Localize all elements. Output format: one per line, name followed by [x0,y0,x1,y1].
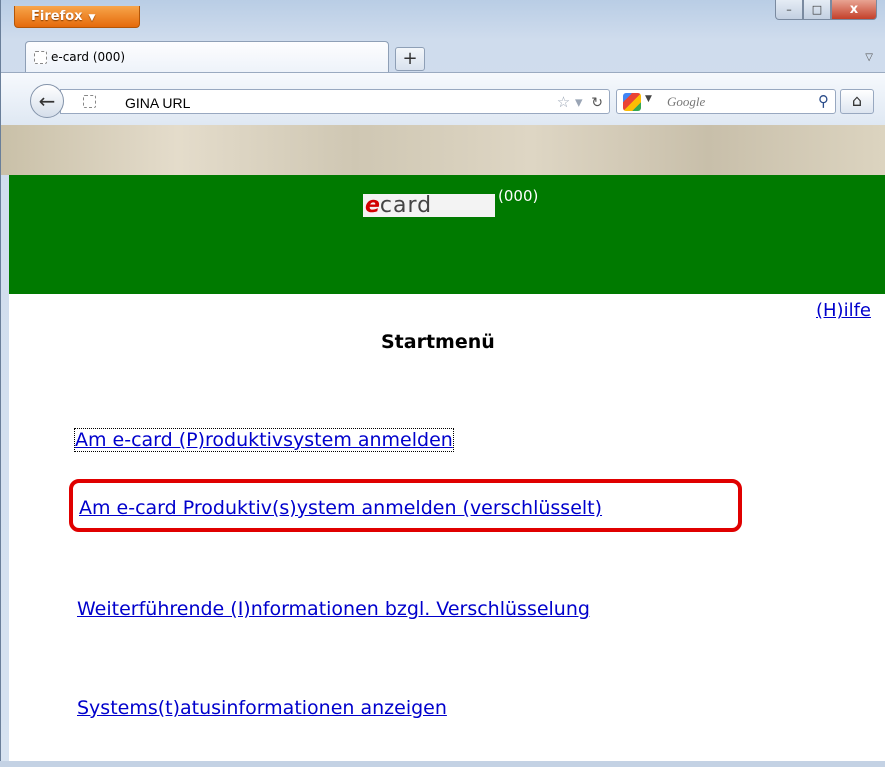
back-button[interactable]: ← [30,84,64,118]
url-text[interactable]: GINA URL [125,95,190,111]
menu-link-encryption-info[interactable]: Weiterführende (I)nformationen bzgl. Ver… [77,598,590,620]
history-dropdown-icon[interactable]: ▾ [575,93,583,111]
chevron-down-icon: ▼ [88,13,96,23]
home-button[interactable]: ⌂ [840,89,874,114]
ecard-logo: e card [363,194,495,217]
tab-title: e-card (000) [51,50,126,64]
close-button[interactable]: x [831,0,877,20]
home-icon: ⌂ [851,91,863,110]
tab-list-icon[interactable]: ▽ [865,52,873,63]
url-bar[interactable]: GINA URL ☆ ▾ ↻ [60,89,610,114]
browser-tab[interactable]: e-card (000) [25,41,389,72]
persona-theme-banner [1,125,885,175]
new-tab-button[interactable]: + [395,47,425,71]
minimize-button[interactable]: – [775,0,803,20]
logo-e: e [365,192,380,218]
chevron-down-icon[interactable]: ▼ [645,94,652,104]
page-title: Startmenü [381,331,495,353]
firefox-button-label: Firefox [31,9,83,24]
search-bar[interactable]: ▼ Google ⚲ [616,89,836,114]
search-placeholder[interactable]: Google [667,94,705,110]
firefox-menu-button[interactable]: Firefox ▼ [14,6,140,28]
window-controls: – □ x [775,0,877,22]
search-engine-icon[interactable] [623,93,641,111]
highlight-box [69,479,742,532]
menu-link-produktivsystem[interactable]: Am e-card (P)roduktivsystem anmelden [74,428,454,452]
reload-icon[interactable]: ↻ [591,95,603,111]
back-arrow-icon: ← [38,89,56,113]
menu-link-system-status[interactable]: Systems(t)atusinformationen anzeigen [77,697,447,719]
url-bar-icons: ☆ ▾ ↻ [557,93,603,111]
site-identity-icon[interactable] [83,95,96,108]
logo-card: card [379,192,433,218]
favicon-icon [34,50,47,64]
page-content: e card (000) (H)ilfe Startmenü Am e-card … [9,175,885,761]
search-icon[interactable]: ⚲ [818,92,829,110]
page-header: e card (000) [9,175,885,294]
window-bottom-border [0,761,885,767]
session-code: (000) [498,187,539,205]
bookmark-star-icon[interactable]: ☆ [557,93,570,111]
maximize-button[interactable]: □ [803,0,831,20]
help-link[interactable]: (H)ilfe [816,300,871,321]
